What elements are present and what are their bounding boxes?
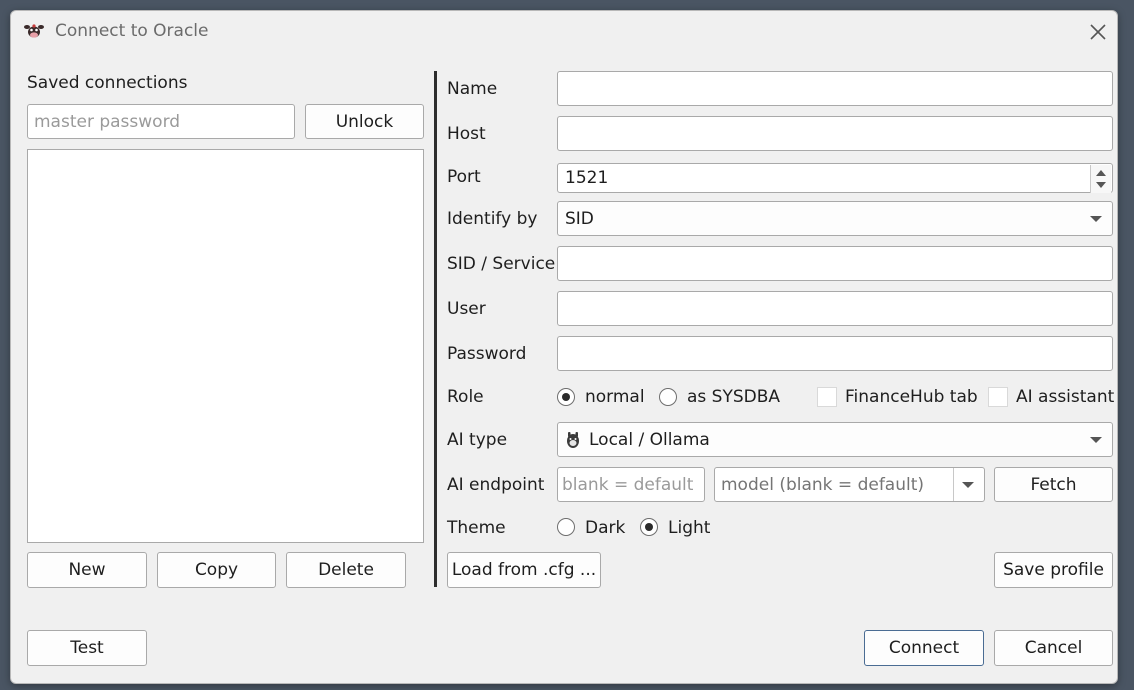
sid-service-label: SID / Service: [447, 254, 556, 274]
cow-icon: [24, 24, 44, 38]
identify-by-label: Identify by: [447, 209, 538, 229]
spin-down-icon[interactable]: [1096, 182, 1106, 188]
master-password-field[interactable]: [27, 104, 295, 139]
theme-light-label[interactable]: Light: [668, 518, 710, 538]
theme-light-radio[interactable]: [640, 518, 658, 536]
ai-type-label: AI type: [447, 430, 508, 450]
unlock-button[interactable]: Unlock: [305, 104, 424, 139]
window-title: Connect to Oracle: [55, 21, 209, 41]
connect-button[interactable]: Connect: [864, 630, 984, 666]
llama-icon: [567, 431, 579, 448]
name-label: Name: [447, 79, 498, 99]
chevron-down-icon: [1090, 215, 1102, 222]
user-field[interactable]: [557, 291, 1113, 326]
ai-model-combo[interactable]: [714, 467, 985, 502]
ai-endpoint-field[interactable]: [557, 467, 705, 502]
port-value: 1521: [565, 168, 609, 188]
ai-assistant-label[interactable]: AI assistant: [1016, 387, 1114, 407]
name-field[interactable]: [557, 71, 1113, 106]
panel-separator: [434, 71, 437, 587]
ai-type-value: Local / Ollama: [589, 429, 710, 450]
title-bar: Connect to Oracle: [11, 11, 1117, 51]
host-field[interactable]: [557, 116, 1113, 151]
saved-connections-heading: Saved connections: [27, 73, 188, 93]
role-label: Role: [447, 387, 484, 407]
connect-dialog: Connect to Oracle Saved connections Unlo…: [10, 10, 1118, 684]
save-profile-button[interactable]: Save profile: [994, 552, 1113, 588]
test-button[interactable]: Test: [27, 630, 147, 666]
ai-type-select[interactable]: Local / Ollama: [557, 422, 1113, 457]
password-label: Password: [447, 344, 527, 364]
role-sysdba-radio[interactable]: [659, 388, 677, 406]
close-icon[interactable]: [1083, 17, 1113, 47]
user-label: User: [447, 299, 486, 319]
ai-endpoint-label: AI endpoint: [447, 475, 545, 495]
load-cfg-button[interactable]: Load from .cfg ...: [447, 552, 601, 588]
chevron-down-icon[interactable]: [962, 481, 974, 488]
financehub-checkbox[interactable]: [817, 387, 837, 407]
theme-dark-label[interactable]: Dark: [585, 518, 625, 538]
sid-service-field[interactable]: [557, 246, 1113, 281]
theme-label: Theme: [447, 518, 506, 538]
port-label: Port: [447, 167, 481, 187]
identify-by-select[interactable]: SID: [557, 201, 1113, 236]
ai-model-field[interactable]: [715, 468, 951, 501]
password-field[interactable]: [557, 336, 1113, 371]
delete-button[interactable]: Delete: [286, 552, 406, 588]
role-sysdba-label[interactable]: as SYSDBA: [687, 387, 780, 407]
copy-button[interactable]: Copy: [157, 552, 276, 588]
cancel-button[interactable]: Cancel: [994, 630, 1113, 666]
role-normal-label[interactable]: normal: [585, 387, 645, 407]
ai-assistant-checkbox[interactable]: [988, 387, 1008, 407]
spin-up-icon[interactable]: [1096, 170, 1106, 176]
identify-by-value: SID: [565, 208, 594, 229]
port-spin-arrows[interactable]: [1090, 165, 1111, 193]
financehub-label[interactable]: FinanceHub tab: [845, 387, 978, 407]
theme-dark-radio[interactable]: [557, 518, 575, 536]
port-spinbox[interactable]: 1521: [557, 163, 1113, 193]
fetch-button[interactable]: Fetch: [994, 467, 1113, 502]
chevron-down-icon: [1090, 436, 1102, 443]
role-normal-radio[interactable]: [557, 388, 575, 406]
saved-connections-list[interactable]: [27, 149, 424, 543]
host-label: Host: [447, 124, 486, 144]
new-button[interactable]: New: [27, 552, 147, 588]
combo-divider: [953, 468, 954, 501]
